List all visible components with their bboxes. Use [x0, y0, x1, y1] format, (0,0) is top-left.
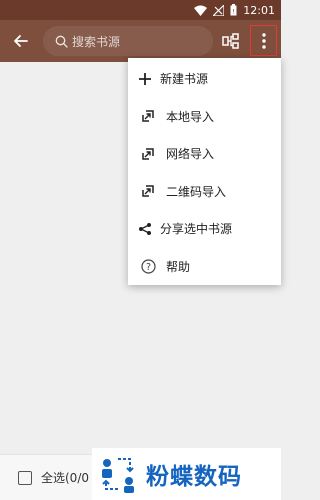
- menu-item-label: 帮助: [166, 259, 191, 274]
- menu-item-label: 二维码导入: [166, 184, 227, 199]
- more-vert-icon: [261, 32, 266, 49]
- status-bar: ! 12:01: [0, 0, 281, 20]
- svg-text:!: !: [233, 9, 235, 16]
- watermark-text: 粉蝶数码: [146, 464, 242, 490]
- overflow-menu: 新建书源 本地导入 网络导入 二维码导入 分享选中书源 ? 帮助: [128, 58, 281, 285]
- select-all-label[interactable]: 全选(0/0: [41, 469, 89, 486]
- menu-item-new-source[interactable]: 新建书源: [128, 60, 281, 98]
- watermark-logo-icon: [102, 458, 134, 493]
- status-time: 12:01: [243, 3, 275, 17]
- group-button[interactable]: [221, 31, 241, 51]
- menu-item-label: 网络导入: [166, 147, 215, 162]
- arrow-left-icon: [14, 35, 28, 47]
- wifi-icon: [194, 5, 208, 16]
- more-options-button[interactable]: [250, 25, 277, 56]
- import-icon: [139, 182, 157, 200]
- plus-icon: [136, 70, 154, 88]
- menu-item-local-import[interactable]: 本地导入: [128, 98, 281, 136]
- menu-item-label: 本地导入: [166, 109, 215, 124]
- menu-item-help[interactable]: ? 帮助: [128, 248, 281, 286]
- group-icon: [222, 33, 239, 49]
- search-input[interactable]: 搜索书源: [43, 26, 213, 56]
- search-icon: [55, 35, 68, 48]
- search-placeholder: 搜索书源: [72, 34, 121, 49]
- import-icon: [139, 107, 157, 125]
- back-button[interactable]: [11, 31, 31, 51]
- import-icon: [139, 145, 157, 163]
- menu-item-label: 新建书源: [160, 72, 209, 87]
- svg-text:?: ?: [145, 262, 150, 273]
- help-icon: ?: [139, 257, 157, 275]
- menu-item-label: 分享选中书源: [160, 222, 233, 237]
- toolbar: 搜索书源: [0, 20, 281, 62]
- menu-item-network-import[interactable]: 网络导入: [128, 135, 281, 173]
- battery-icon: !: [230, 4, 237, 16]
- share-icon: [136, 220, 154, 238]
- select-all-checkbox[interactable]: [18, 470, 32, 485]
- signal-icon: [213, 4, 225, 16]
- menu-item-qrcode-import[interactable]: 二维码导入: [128, 173, 281, 211]
- menu-item-share-selected[interactable]: 分享选中书源: [128, 210, 281, 248]
- watermark: 粉蝶数码: [92, 448, 281, 500]
